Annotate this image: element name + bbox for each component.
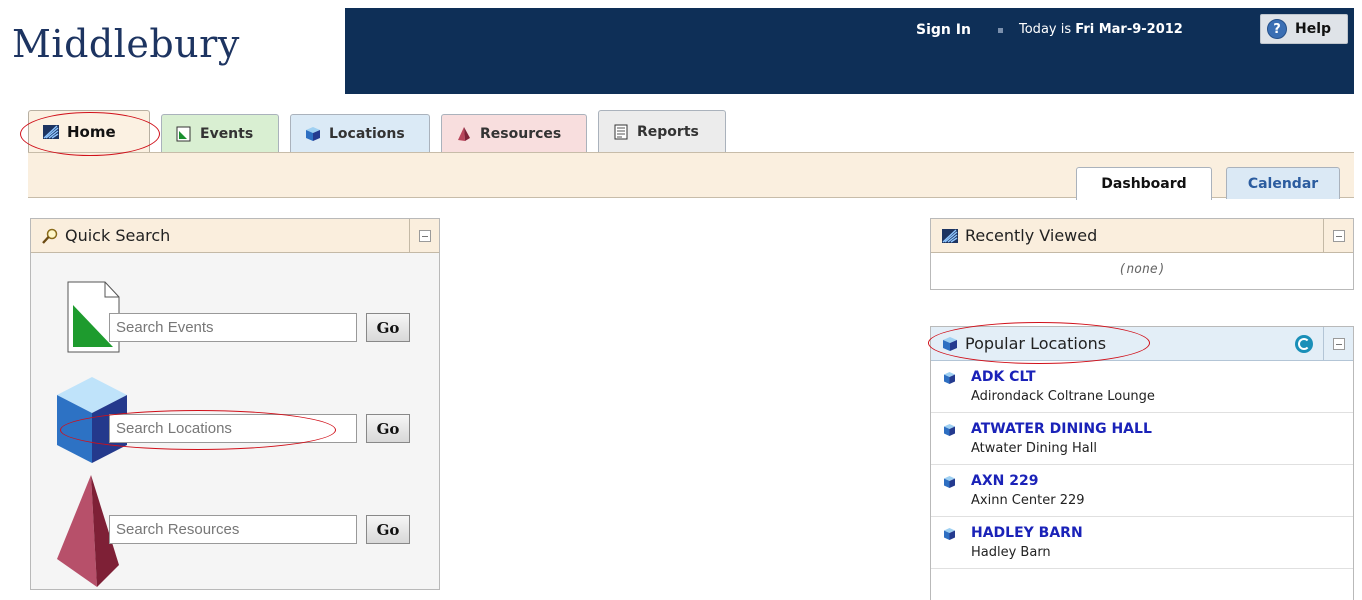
tab-events-label: Events — [200, 125, 254, 142]
popular-locations-header: Popular Locations — [931, 327, 1353, 361]
separator — [998, 28, 1003, 33]
sign-in-link[interactable]: Sign In — [916, 22, 971, 38]
location-link[interactable]: AXN 229 — [971, 473, 1353, 489]
search-locations-input[interactable]: Search Locations — [109, 414, 357, 443]
tab-events[interactable]: Events — [161, 114, 279, 152]
list-item: ATWATER DINING HALL Atwater Dining Hall — [931, 413, 1353, 465]
recently-viewed-panel: Recently Viewed (none) — [930, 218, 1354, 290]
tab-reports[interactable]: Reports — [598, 110, 726, 152]
help-label: Help — [1295, 21, 1332, 37]
search-resources-go-button[interactable]: Go — [366, 515, 410, 544]
tab-home[interactable]: Home — [28, 110, 150, 152]
events-icon — [176, 126, 191, 141]
location-description: Hadley Barn — [971, 545, 1051, 560]
tab-reports-label: Reports — [637, 123, 699, 140]
popular-locations-title: Popular Locations — [965, 334, 1107, 353]
location-cube-icon — [944, 476, 955, 488]
quick-search-panel: Quick Search Search Events Go Search Loc… — [30, 218, 440, 590]
collapse-icon — [1332, 337, 1345, 350]
quick-search-header: Quick Search — [31, 219, 439, 253]
location-link[interactable]: ADK CLT — [971, 369, 1353, 385]
empty-state: (none) — [1118, 262, 1166, 277]
tab-locations-label: Locations — [329, 125, 405, 142]
collapse-button[interactable] — [409, 219, 439, 252]
locations-icon — [306, 126, 320, 141]
quick-search-title: Quick Search — [65, 226, 171, 245]
list-item: HADLEY BARN Hadley Barn — [931, 517, 1353, 569]
help-icon: ? — [1267, 19, 1287, 39]
reports-icon — [614, 124, 628, 139]
search-events-go-button[interactable]: Go — [366, 313, 410, 342]
location-cube-icon — [944, 528, 955, 540]
tab-locations[interactable]: Locations — [290, 114, 430, 152]
today-prefix: Today is — [1019, 22, 1072, 37]
today-value: Fri Mar-9-2012 — [1075, 22, 1183, 37]
refresh-icon[interactable] — [1295, 335, 1313, 353]
location-cube-icon — [944, 424, 955, 436]
location-description: Axinn Center 229 — [971, 493, 1085, 508]
location-link[interactable]: ATWATER DINING HALL — [971, 421, 1353, 437]
home-icon — [43, 124, 59, 139]
location-description: Atwater Dining Hall — [971, 441, 1097, 456]
list-item: AXN 229 Axinn Center 229 — [931, 465, 1353, 517]
search-locations-row: Search Locations Go — [31, 359, 439, 469]
recently-viewed-title: Recently Viewed — [965, 226, 1098, 245]
recently-viewed-header: Recently Viewed — [931, 219, 1353, 253]
sub-tab-bar: Dashboard Calendar — [28, 152, 1354, 200]
search-resources-row: Search Resources Go — [31, 473, 439, 591]
search-locations-go-button[interactable]: Go — [366, 414, 410, 443]
recent-icon — [942, 228, 958, 243]
search-events-row: Search Events Go — [31, 255, 439, 355]
magnifier-icon — [42, 228, 58, 244]
location-cube-icon — [944, 372, 955, 384]
top-bar: Sign In Today is Fri Mar-9-2012 — [345, 8, 1354, 94]
collapse-button[interactable] — [1323, 327, 1353, 360]
collapse-button[interactable] — [1323, 219, 1353, 252]
list-item: ADK CLT Adirondack Coltrane Lounge — [931, 361, 1353, 413]
collapse-icon — [418, 229, 431, 242]
today-date: Today is Fri Mar-9-2012 — [1019, 22, 1183, 37]
tab-resources[interactable]: Resources — [441, 114, 587, 152]
tab-calendar[interactable]: Calendar — [1226, 167, 1340, 199]
tab-dashboard[interactable]: Dashboard — [1076, 167, 1212, 200]
tab-resources-label: Resources — [480, 125, 562, 142]
logo[interactable]: Middlebury — [12, 22, 240, 66]
popular-locations-panel: Popular Locations ADK CLT Adirondack Col… — [930, 326, 1354, 600]
help-button[interactable]: ? Help — [1260, 14, 1348, 44]
resources-icon — [458, 126, 470, 141]
search-events-input[interactable]: Search Events — [109, 313, 357, 342]
collapse-icon — [1332, 229, 1345, 242]
locations-icon — [943, 336, 957, 351]
location-description: Adirondack Coltrane Lounge — [971, 389, 1155, 404]
search-resources-input[interactable]: Search Resources — [109, 515, 357, 544]
location-link[interactable]: HADLEY BARN — [971, 525, 1353, 541]
tab-home-label: Home — [67, 122, 116, 141]
